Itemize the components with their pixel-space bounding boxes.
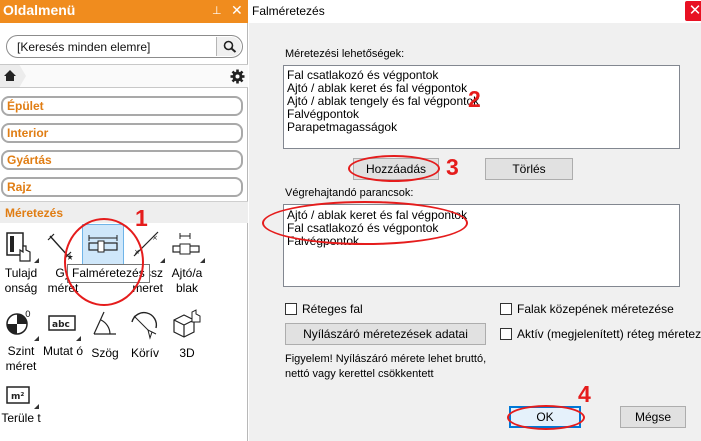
svg-text:m²: m² [11,392,24,402]
corner-marker [34,258,39,263]
search-placeholder: [Keresés minden elemre] [17,40,151,54]
delete-button[interactable]: Törlés [485,158,573,180]
options-list[interactable]: Fal csatlakozó és végpontok Ajtó / ablak… [283,65,680,149]
dialog-title: Falméretezés [252,4,325,18]
tool-3d[interactable]: 3D [166,304,208,386]
corner-marker [200,258,205,263]
annotation-number-1: 1 [135,205,148,231]
breadcrumb [0,64,248,88]
angle-icon [93,311,116,335]
warning-line: nettó vagy kerettel csökkentett [285,368,434,380]
tool-label: 3D [179,346,195,360]
svg-text:abc: abc [52,320,70,330]
tool-ajto-ablak[interactable]: Ajtó/a blak [166,226,208,308]
dialog-close-button[interactable]: ✕ [685,1,701,21]
tool-label: Terüle t [1,411,41,425]
commands-label: Végrehajtandó parancsok: [285,187,414,199]
tool-label: Mutat ó [42,344,84,358]
annotation-ring-4 [507,405,585,430]
arc-icon [131,311,158,340]
corner-marker [34,404,39,409]
category-label: Rajz [7,180,32,194]
tool-label: Tulajd onság [4,266,38,295]
category-label: Épület [7,99,44,113]
list-item[interactable]: Parapetmagasságok [287,121,397,134]
level-dim-icon: 0 [6,310,31,335]
search-button[interactable] [216,37,241,56]
category-label: Méretezés [5,206,64,220]
search-input[interactable]: [Keresés minden elemre] [6,35,243,58]
tool-label: Szint méret [5,344,37,373]
tool-koriv[interactable]: Körív [124,304,166,386]
home-icon [4,70,16,81]
search-icon [223,40,237,53]
dialog-title-bar: Falméretezés ✕ [249,0,701,23]
active-layer-checkbox[interactable] [500,328,512,340]
tool-mutato[interactable]: abc Mutat ó [42,304,84,386]
annotation-ring-1 [64,218,144,306]
annotation-number-3: 3 [446,154,459,180]
area-icon: m² [6,386,30,404]
options-label: Méretezési lehetőségek: [285,48,405,60]
pin-icon[interactable]: ⊥ [212,4,222,17]
home-crumb[interactable] [0,65,26,87]
tool-label: Szög [91,346,119,360]
category-label: Gyártás [7,153,52,167]
side-panel-header: Oldalmenü ⊥ ✕ [0,0,248,23]
category-interior[interactable]: Interior [1,123,243,143]
active-layer-label: Aktív (megjelenített) réteg méretezése [517,327,701,341]
wall-center-checkbox[interactable] [500,303,512,315]
gear-icon[interactable] [230,69,245,84]
3d-box-icon [173,309,201,338]
category-gyartas[interactable]: Gyártás [1,150,243,170]
opening-data-button[interactable]: Nyílászáró méretezések adatai [285,323,486,345]
tool-label: Körív [130,346,159,360]
warning-text: Figyelem! Nyílászáró mérete lehet bruttó… [285,352,486,382]
category-epulet[interactable]: Épület [1,96,243,116]
annotation-ring-commands [262,201,468,245]
annotation-number-4: 4 [578,381,591,407]
door-window-dim-icon [172,233,200,255]
annotation-ring-3 [348,155,440,182]
warning-line: Figyelem! Nyílászáró mérete lehet bruttó… [285,353,487,365]
svg-text:×: × [152,234,158,242]
tool-tulajdonsag[interactable]: Tulajd onság [0,226,42,308]
layered-wall-checkbox[interactable] [285,303,297,315]
corner-marker [76,336,81,341]
category-meretezes[interactable]: Méretezés [0,201,248,223]
cancel-button[interactable]: Mégse [620,406,686,428]
category-rajz[interactable]: Rajz [1,177,243,197]
svg-text:0: 0 [25,310,31,320]
pointer-text-icon: abc [48,315,76,331]
tool-terulet[interactable]: m² Terüle t [0,378,42,441]
side-panel: Oldalmenü ⊥ ✕ [Keresés minden elemre] Ép… [0,0,248,441]
category-label: Interior [7,126,49,140]
wall-center-label: Falak közepének méretezése [517,302,674,316]
side-panel-title: Oldalmenü [3,2,76,18]
corner-marker [160,258,165,263]
corner-marker [34,336,39,341]
properties-icon [6,232,31,262]
tool-szint-meret[interactable]: 0 Szint méret [0,304,42,386]
close-icon[interactable]: ✕ [231,2,243,19]
tool-label: Ajtó/a blak [171,266,203,295]
layered-wall-label: Réteges fal [302,302,363,316]
annotation-number-2: 2 [468,86,481,112]
tool-szog[interactable]: Szög [84,304,126,386]
